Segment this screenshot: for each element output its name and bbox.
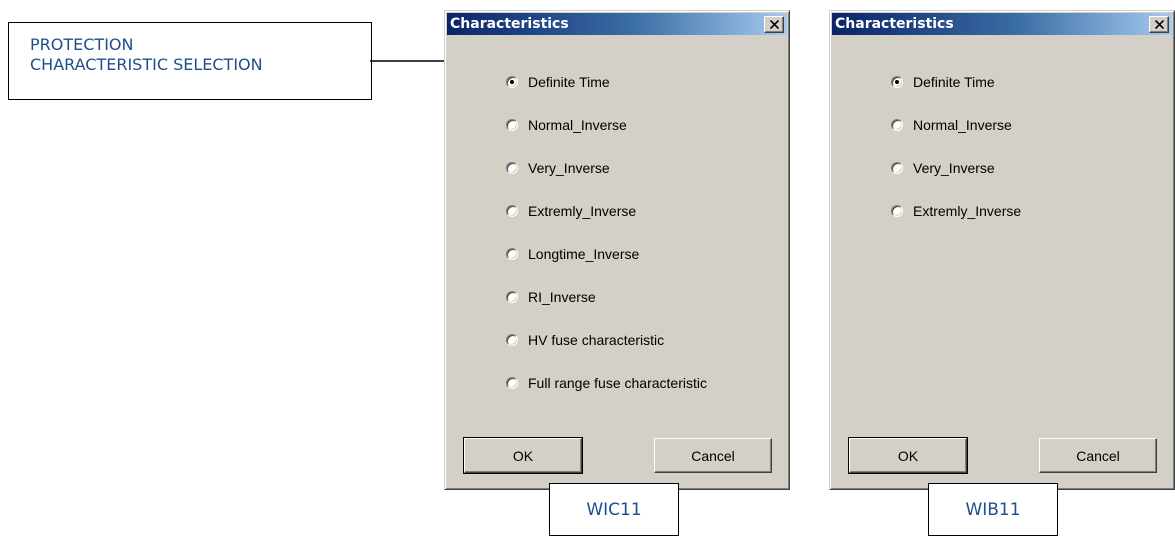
radio-button[interactable] — [506, 334, 518, 346]
caption-text: WIC11 — [586, 499, 642, 520]
radio-option[interactable]: Very_Inverse — [506, 159, 707, 202]
close-icon — [1155, 20, 1164, 29]
radio-option-label: Full range fuse characteristic — [528, 375, 707, 391]
radio-option[interactable]: Definite Time — [506, 73, 707, 116]
radio-option-label: Very_Inverse — [528, 160, 610, 176]
radio-option-label: HV fuse characteristic — [528, 332, 665, 348]
ok-button-label: OK — [512, 447, 534, 464]
close-button[interactable] — [764, 16, 784, 33]
radio-button[interactable] — [891, 76, 903, 88]
radio-option[interactable]: HV fuse characteristic — [506, 331, 707, 374]
radio-option-label: Definite Time — [528, 74, 610, 90]
radio-option[interactable]: Definite Time — [891, 73, 1021, 116]
radio-selected-dot — [895, 80, 899, 84]
dialog-titlebar[interactable]: Characteristics — [832, 13, 1172, 35]
radio-button[interactable] — [506, 248, 518, 260]
radio-button[interactable] — [891, 119, 903, 131]
radio-option-label: Normal_Inverse — [528, 117, 627, 133]
characteristics-dialog-wib11: Characteristics Definite Time Normal_Inve… — [829, 10, 1175, 490]
radio-button[interactable] — [506, 76, 518, 88]
radio-option-label: Extremly_Inverse — [913, 203, 1022, 219]
radio-option[interactable]: Normal_Inverse — [891, 116, 1021, 159]
radio-option[interactable]: Very_Inverse — [891, 159, 1021, 202]
radio-option-label: Extremly_Inverse — [528, 203, 637, 219]
callout-line-2: CHARACTERISTIC SELECTION — [30, 55, 263, 74]
cancel-button[interactable]: Cancel — [654, 438, 772, 473]
cancel-button-label: Cancel — [1076, 447, 1120, 464]
radio-button[interactable] — [891, 162, 903, 174]
characteristic-options: Definite Time Normal_Inverse Very_Inverse E… — [891, 73, 1021, 245]
radio-option[interactable]: Extremly_Inverse — [891, 202, 1021, 245]
radio-option[interactable]: Normal_Inverse — [506, 116, 707, 159]
dialog-titlebar[interactable]: Characteristics — [447, 13, 787, 35]
radio-option[interactable]: Longtime_Inverse — [506, 245, 707, 288]
radio-button[interactable] — [506, 119, 518, 131]
dialog-caption-wic11: WIC11 — [549, 483, 679, 536]
radio-option[interactable]: Extremly_Inverse — [506, 202, 707, 245]
cancel-button-label: Cancel — [691, 447, 735, 464]
radio-option[interactable]: RI_Inverse — [506, 288, 707, 331]
ok-button[interactable]: OK — [463, 437, 583, 474]
ok-button-label: OK — [897, 447, 919, 464]
radio-option-label: Longtime_Inverse — [528, 246, 640, 262]
dialog-title: Characteristics — [835, 16, 954, 32]
radio-option-label: Normal_Inverse — [913, 117, 1012, 133]
characteristic-options: Definite Time Normal_Inverse Very_Inverse E… — [506, 73, 707, 417]
radio-button[interactable] — [891, 205, 903, 217]
radio-option-label: Very_Inverse — [913, 160, 995, 176]
dialog-caption-wib11: WIB11 — [928, 483, 1058, 536]
ok-button[interactable]: OK — [848, 437, 968, 474]
caption-text: WIB11 — [965, 499, 1021, 520]
dialog-title: Characteristics — [450, 16, 569, 32]
radio-option[interactable]: Full range fuse characteristic — [506, 374, 707, 417]
callout-line-1: PROTECTION — [30, 35, 134, 54]
radio-option-label: Definite Time — [913, 74, 995, 90]
radio-button[interactable] — [506, 205, 518, 217]
close-button[interactable] — [1149, 16, 1169, 33]
annotation-callout: PROTECTION CHARACTERISTIC SELECTION — [8, 22, 372, 100]
radio-selected-dot — [510, 80, 514, 84]
cancel-button[interactable]: Cancel — [1039, 438, 1157, 473]
radio-button[interactable] — [506, 377, 518, 389]
radio-option-label: RI_Inverse — [528, 289, 596, 305]
close-icon — [770, 20, 779, 29]
characteristics-dialog-wic11: Characteristics Definite Time Normal_Inve… — [444, 10, 790, 490]
radio-button[interactable] — [506, 291, 518, 303]
radio-button[interactable] — [506, 162, 518, 174]
